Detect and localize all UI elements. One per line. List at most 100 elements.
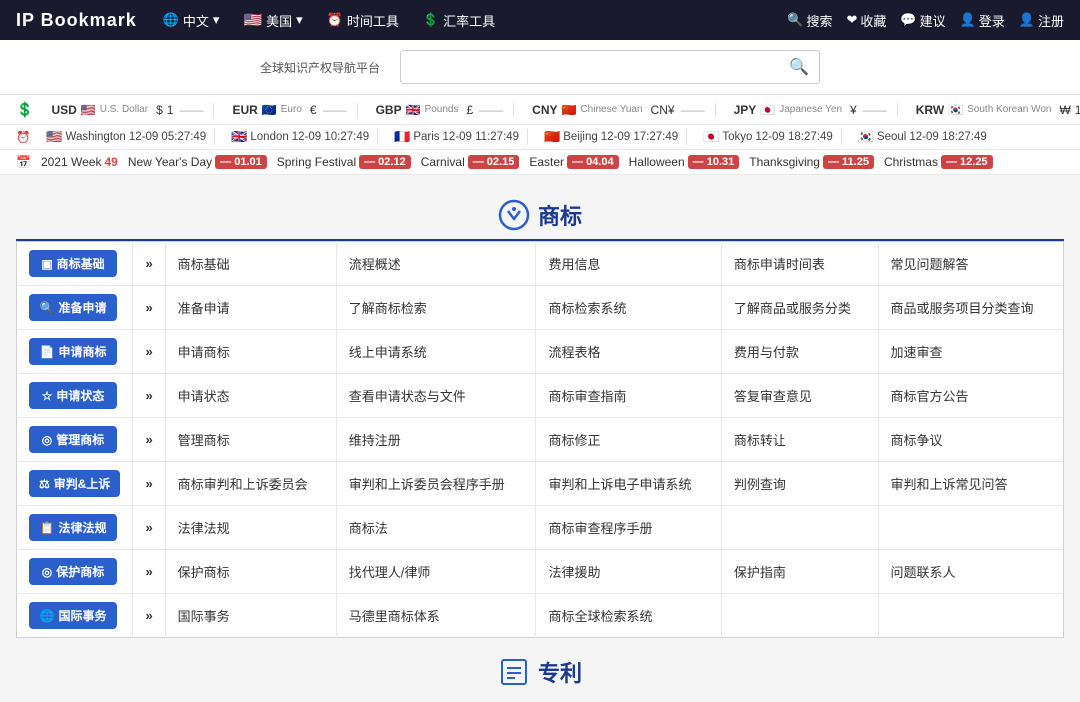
link-cell[interactable]: 费用与付款 [721,330,878,374]
menu-link[interactable]: 商标审查程序手册 [548,521,652,536]
menu-link[interactable]: 马德里商标体系 [349,609,440,624]
menu-link[interactable]: 申请状态 [178,389,230,404]
category-button[interactable]: ◎保护商标 [29,558,117,585]
menu-link[interactable]: 常见问题解答 [891,257,969,272]
search-input[interactable] [401,54,779,81]
link-cell[interactable]: 了解商标检索 [336,286,536,330]
link-cell[interactable]: 商标检索系统 [536,286,721,330]
link-cell[interactable]: 法律法规 [165,506,336,550]
menu-link[interactable]: 费用与付款 [734,345,799,360]
menu-link[interactable]: 法律援助 [548,565,600,580]
category-button[interactable]: 📋法律法规 [29,514,117,541]
menu-link[interactable]: 流程表格 [548,345,600,360]
menu-link[interactable]: 商标基础 [178,257,230,272]
menu-link[interactable]: 找代理人/律师 [349,565,431,580]
link-cell[interactable]: 加速审查 [878,330,1063,374]
link-cell[interactable]: 管理商标 [165,418,336,462]
menu-link[interactable]: 流程概述 [349,257,401,272]
menu-link[interactable]: 线上申请系统 [349,345,427,360]
link-cell[interactable]: 国际事务 [165,594,336,638]
favorites-action[interactable]: ❤ 收藏 [846,11,886,30]
link-cell[interactable]: 判例查询 [721,462,878,506]
link-cell[interactable]: 费用信息 [536,242,721,286]
menu-link[interactable]: 商标申请时间表 [734,257,825,272]
menu-link[interactable]: 商标检索系统 [548,301,626,316]
category-button[interactable]: 🌐国际事务 [29,602,117,629]
country-selector[interactable]: 🇺🇸 美国 ▾ [237,7,308,34]
link-cell[interactable]: 商标官方公告 [878,374,1063,418]
link-cell[interactable]: 申请商标 [165,330,336,374]
link-cell[interactable]: 维持注册 [336,418,536,462]
link-cell[interactable]: 线上申请系统 [336,330,536,374]
menu-link[interactable]: 审判和上诉委员会程序手册 [349,477,505,492]
link-cell[interactable]: 商标审查程序手册 [536,506,721,550]
link-cell[interactable]: 准备申请 [165,286,336,330]
category-button[interactable]: 🔍准备申请 [29,294,117,321]
menu-link[interactable]: 判例查询 [734,477,786,492]
menu-link[interactable]: 申请商标 [178,345,230,360]
link-cell[interactable]: 查看申请状态与文件 [336,374,536,418]
menu-link[interactable]: 商标全球检索系统 [548,609,652,624]
category-button[interactable]: ⚖审判&上诉 [29,470,120,497]
link-cell[interactable]: 找代理人/律师 [336,550,536,594]
exchange-tool[interactable]: 💲 汇率工具 [417,7,501,34]
link-cell[interactable]: 常见问题解答 [878,242,1063,286]
menu-link[interactable]: 了解商品或服务分类 [734,301,851,316]
link-cell[interactable]: 审判和上诉委员会程序手册 [336,462,536,506]
search-action[interactable]: 🔍 搜索 [787,11,832,30]
search-button[interactable]: 🔍 [779,51,819,83]
link-cell[interactable]: 申请状态 [165,374,336,418]
link-cell[interactable]: 流程表格 [536,330,721,374]
link-cell[interactable]: 保护指南 [721,550,878,594]
menu-link[interactable]: 审判和上诉电子申请系统 [548,477,691,492]
menu-link[interactable]: 管理商标 [178,433,230,448]
category-button[interactable]: ▣商标基础 [29,250,117,277]
login-action[interactable]: 👤 登录 [960,11,1005,30]
menu-link[interactable]: 商标审查指南 [548,389,626,404]
link-cell[interactable]: 商标申请时间表 [721,242,878,286]
link-cell[interactable]: 商标转让 [721,418,878,462]
link-cell[interactable]: 流程概述 [336,242,536,286]
category-button[interactable]: ◎管理商标 [29,426,117,453]
menu-link[interactable]: 了解商标检索 [349,301,427,316]
link-cell[interactable]: 商品或服务项目分类查询 [878,286,1063,330]
menu-link[interactable]: 答复审查意见 [734,389,812,404]
menu-link[interactable]: 维持注册 [349,433,401,448]
link-cell[interactable]: 商标审判和上诉委员会 [165,462,336,506]
link-cell[interactable]: 商标修正 [536,418,721,462]
link-cell[interactable]: 商标基础 [165,242,336,286]
link-cell[interactable]: 商标审查指南 [536,374,721,418]
suggest-action[interactable]: 💬 建议 [900,11,945,30]
menu-link[interactable]: 问题联系人 [891,565,956,580]
menu-link[interactable]: 商标审判和上诉委员会 [178,477,308,492]
menu-link[interactable]: 审判和上诉常见问答 [891,477,1008,492]
menu-link[interactable]: 费用信息 [548,257,600,272]
link-cell[interactable]: 审判和上诉常见问答 [878,462,1063,506]
menu-link[interactable]: 商标争议 [891,433,943,448]
menu-link[interactable]: 商标修正 [548,433,600,448]
link-cell[interactable]: 答复审查意见 [721,374,878,418]
link-cell[interactable]: 法律援助 [536,550,721,594]
register-action[interactable]: 👤 注册 [1019,11,1064,30]
link-cell[interactable]: 了解商品或服务分类 [721,286,878,330]
link-cell[interactable]: 商标争议 [878,418,1063,462]
language-selector[interactable]: 🌐 中文 ▾ [157,7,226,34]
menu-link[interactable]: 查看申请状态与文件 [349,389,466,404]
menu-link[interactable]: 商标法 [349,521,388,536]
menu-link[interactable]: 加速审查 [891,345,943,360]
menu-link[interactable]: 商标转让 [734,433,786,448]
menu-link[interactable]: 准备申请 [178,301,230,316]
link-cell[interactable]: 商标全球检索系统 [536,594,721,638]
category-button[interactable]: 📄申请商标 [29,338,117,365]
time-tool[interactable]: ⏰ 时间工具 [321,7,405,34]
menu-link[interactable]: 国际事务 [178,609,230,624]
menu-link[interactable]: 法律法规 [178,521,230,536]
link-cell[interactable]: 审判和上诉电子申请系统 [536,462,721,506]
menu-link[interactable]: 商品或服务项目分类查询 [891,301,1034,316]
link-cell[interactable]: 保护商标 [165,550,336,594]
link-cell[interactable]: 马德里商标体系 [336,594,536,638]
link-cell[interactable]: 商标法 [336,506,536,550]
category-button[interactable]: ☆申请状态 [29,382,117,409]
link-cell[interactable]: 问题联系人 [878,550,1063,594]
menu-link[interactable]: 保护指南 [734,565,786,580]
